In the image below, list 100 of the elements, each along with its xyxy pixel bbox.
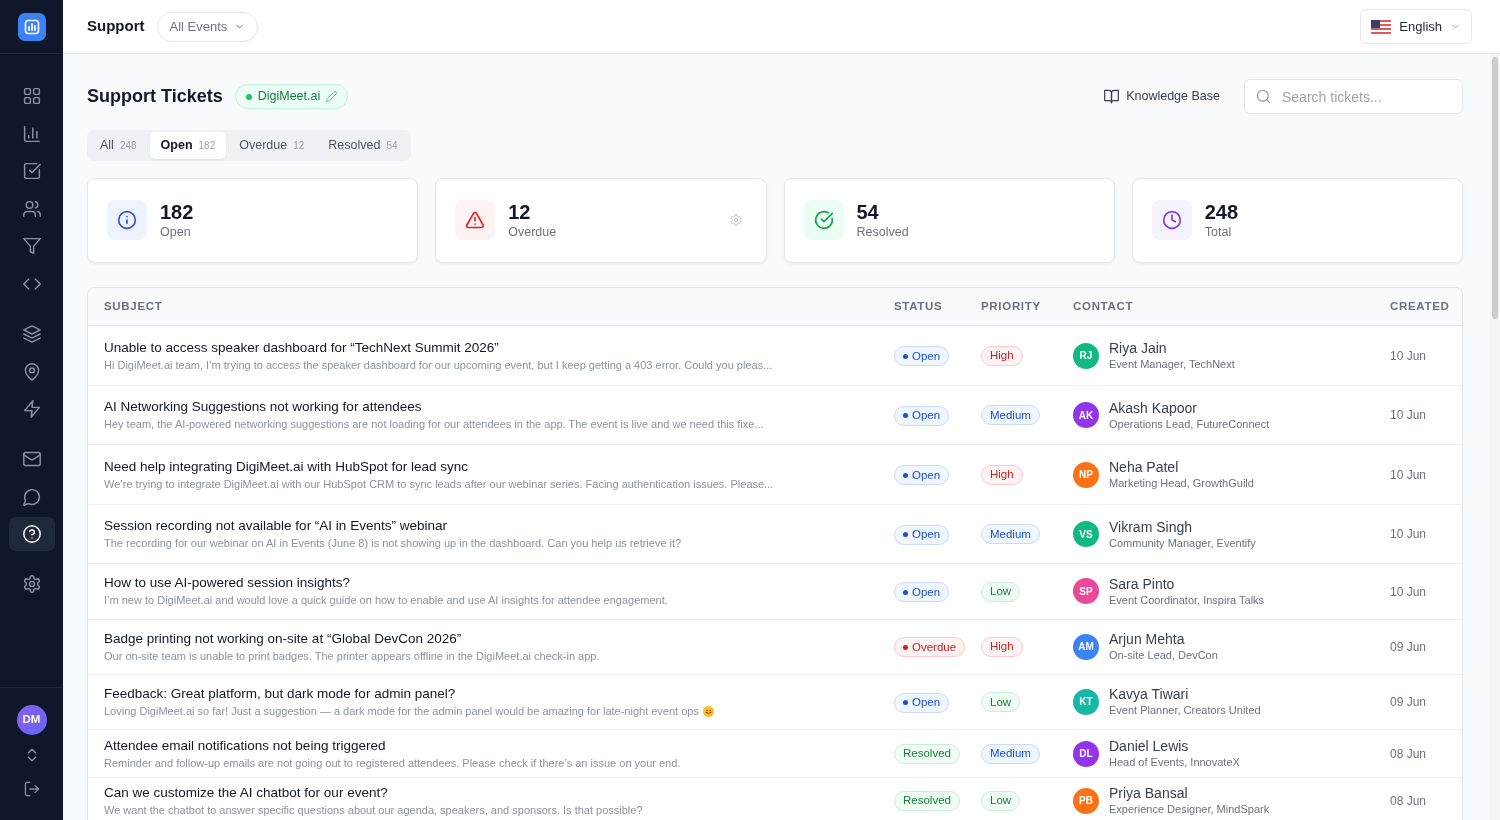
event-filter-dropdown[interactable]: All Events	[156, 11, 259, 42]
ticket-preview: We’re trying to integrate DigiMeet.ai with our HubSpot CRM to sync leads after our webinar series. Facing authentication issues. Please...	[104, 476, 774, 492]
contact-name: Neha Patel	[1109, 458, 1180, 476]
priority-text: Low	[990, 584, 1012, 600]
grid-icon	[22, 87, 41, 105]
ticket-preview: Hey team, the AI-powered networking suggestions are not loading for our attendees in the app. The event is live and we need this fixe...	[104, 417, 764, 432]
contact-name: Kavya Tiwari	[1109, 685, 1190, 704]
contact-name: Riya Jain	[1109, 339, 1168, 357]
status-text: Resolved	[903, 793, 951, 809]
pencil-icon	[326, 91, 338, 102]
contact-role: Experience Designer, MindSpark	[1109, 802, 1270, 818]
mail-icon	[22, 450, 41, 469]
priority-text: High	[990, 639, 1014, 655]
workspace-badge[interactable]: DigiMeet.ai	[234, 84, 349, 109]
ticket-preview: The recording for our webinar on AI in Events (June 8) is not showing up in the dashboard. Can you help us retrieve it?	[104, 536, 682, 551]
flag-icon	[1371, 19, 1392, 34]
contact-role: Event Coordinator, Inspira Talks	[1109, 592, 1265, 608]
created-date: 08 Jun	[1390, 746, 1427, 761]
ticket-preview: Our on-site team is unable to print badges. The printer appears offline in the DigiMeet.ai check-in app.	[104, 648, 600, 664]
knowledge-base-link[interactable]: Knowledge Base	[1104, 87, 1220, 106]
created-date: 10 Jun	[1390, 408, 1427, 423]
help-icon	[22, 525, 41, 544]
status-dot-icon	[903, 532, 908, 538]
ticket-subject[interactable]: Need help integrating DigiMeet.ai with HubSpot for lead sync	[104, 457, 894, 476]
priority-text: Low	[990, 793, 1012, 809]
contact-role: Event Planner, Creators United	[1109, 703, 1261, 719]
user-avatar[interactable]: DM	[16, 705, 47, 735]
ticket-preview: We want the chatbot to answer specific questions about our agenda, speakers, and sponsors. Is that possible?	[104, 802, 643, 818]
contact-avatar: VS	[1073, 521, 1099, 547]
ticket-subject[interactable]: AI Networking Suggestions not working for attendees	[104, 398, 894, 416]
contact-role: Community Manager, Eventify	[1109, 535, 1256, 551]
contact-role: Head of Events, InnovateX	[1109, 755, 1240, 771]
contact-name: Akash Kapoor	[1109, 398, 1198, 417]
column-header: SUBJECT	[88, 287, 894, 326]
column-header: STATUS	[894, 287, 981, 326]
stat-label: Resolved	[856, 223, 909, 240]
section-title: Support	[87, 16, 145, 37]
column-header: PRIORITY	[981, 287, 1073, 326]
filter-tab[interactable]: Overdue 12	[228, 132, 316, 159]
priority-text: High	[990, 467, 1014, 483]
filter-icon	[22, 237, 41, 256]
contact-name: Sara Pinto	[1109, 574, 1176, 593]
column-header: CREATED	[1390, 287, 1462, 326]
search-icon	[1256, 89, 1271, 104]
ticket-subject[interactable]: Session recording not available for “AI in Events” webinar	[104, 517, 894, 535]
info-icon	[107, 200, 147, 241]
status-dot-icon	[903, 700, 908, 706]
status-text: Overdue	[912, 639, 957, 655]
contact-name: Arjun Mehta	[1109, 630, 1186, 649]
logout-button[interactable]	[23, 781, 40, 797]
filter-tab[interactable]: Open 182	[149, 132, 227, 159]
ticket-subject[interactable]: Badge printing not working on-site at “Global DevCon 2026”	[104, 629, 894, 648]
ticket-subject[interactable]: Unable to access speaker dashboard for “TechNext Summit 2026”	[104, 338, 894, 357]
page-title: Support Tickets	[87, 85, 223, 108]
book-icon	[1104, 89, 1120, 104]
status-text: Open	[912, 584, 941, 600]
settings-icon	[22, 575, 41, 594]
language-dropdown[interactable]: English	[1360, 9, 1472, 44]
contact-role: Event Manager, TechNext	[1109, 357, 1235, 372]
created-date: 08 Jun	[1390, 793, 1427, 808]
status-dot-icon	[903, 472, 908, 478]
checkbox-icon	[22, 162, 41, 181]
contact-avatar: KT	[1073, 689, 1099, 715]
status-dot-icon	[245, 93, 252, 100]
ticket-subject[interactable]: Can we customize the AI chatbot for our event?	[104, 783, 894, 802]
sidebar-item[interactable]	[8, 517, 55, 552]
contact-avatar: DL	[1073, 740, 1099, 767]
stat-label: Open	[160, 223, 192, 240]
users-icon	[22, 199, 41, 218]
status-text: Open	[912, 527, 941, 543]
created-date: 10 Jun	[1390, 348, 1427, 363]
filter-tab[interactable]: All 248	[89, 132, 148, 159]
search-field[interactable]: Search tickets...	[1244, 79, 1463, 114]
created-date: 09 Jun	[1390, 639, 1427, 654]
contact-avatar: AK	[1073, 402, 1099, 428]
filter-tab[interactable]: Resolved 54	[317, 132, 409, 159]
contact-avatar: RJ	[1073, 342, 1099, 369]
status-text: Open	[912, 408, 941, 424]
ticket-preview: I’m new to DigiMeet.ai and would love a quick guide on how to enable and use AI insights for attendee engagement.	[104, 593, 668, 609]
chat-bubble-icon	[22, 487, 41, 506]
status-dot-icon	[903, 413, 908, 419]
stat-label: Overdue	[508, 223, 557, 240]
contact-role: Marketing Head, GrowthGuild	[1109, 476, 1254, 491]
status-text: Resolved	[903, 746, 951, 762]
priority-text: High	[990, 348, 1014, 364]
contact-avatar: PB	[1073, 787, 1099, 814]
ticket-subject[interactable]: How to use AI-powered session insights?	[104, 574, 894, 593]
scrollbar-thumb[interactable]	[1492, 57, 1498, 319]
clock-icon	[1151, 200, 1192, 241]
contact-role: Operations Lead, FutureConnect	[1109, 416, 1270, 432]
logout-icon	[23, 781, 40, 797]
ticket-subject[interactable]: Attendee email notifications not being triggered	[104, 736, 894, 755]
stat-value: 182	[160, 200, 194, 224]
priority-text: Medium	[990, 526, 1031, 542]
contact-avatar: AM	[1073, 633, 1099, 660]
ticket-preview: Hi DigiMeet.ai team, I’m trying to access the speaker dashboard for our upcoming event, but I keep getting a 403 error. Could you pleas...	[104, 357, 773, 373]
ticket-subject[interactable]: Feedback: Great platform, but dark mode for admin panel?	[104, 685, 894, 703]
stat-value: 12	[508, 200, 532, 224]
priority-text: Medium	[990, 407, 1031, 423]
stat-label: Total	[1204, 223, 1233, 240]
